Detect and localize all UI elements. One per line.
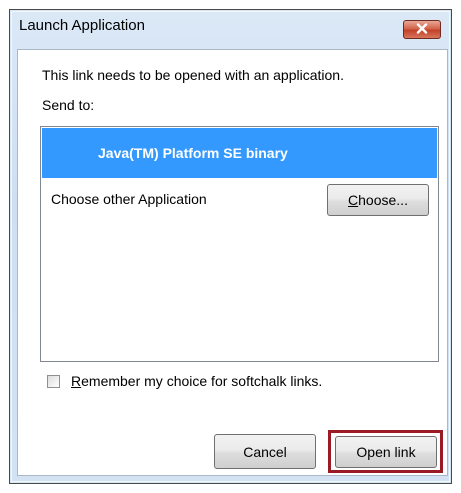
close-button[interactable] bbox=[403, 20, 441, 39]
list-item-choose-other[interactable]: Choose other Application Choose... bbox=[42, 179, 437, 219]
remember-choice-row[interactable]: Remember my choice for softchalk links. bbox=[47, 373, 322, 389]
cancel-button[interactable]: Cancel bbox=[214, 434, 316, 469]
open-link-button[interactable]: Open link bbox=[335, 436, 437, 468]
window-title: Launch Application bbox=[19, 17, 145, 34]
dialog-message: This link needs to be opened with an app… bbox=[42, 67, 344, 83]
choose-other-app-label: Choose other Application bbox=[51, 191, 207, 207]
choose-button[interactable]: Choose... bbox=[327, 184, 429, 216]
selected-app-label: Java(TM) Platform SE binary bbox=[98, 145, 288, 161]
list-item-selected-app[interactable]: Java(TM) Platform SE binary bbox=[42, 128, 437, 178]
close-icon bbox=[416, 21, 428, 39]
send-to-label: Send to: bbox=[42, 97, 95, 113]
remember-choice-label[interactable]: Remember my choice for softchalk links. bbox=[71, 373, 322, 389]
application-list[interactable]: Java(TM) Platform SE binary Choose other… bbox=[40, 126, 439, 362]
remember-choice-checkbox[interactable] bbox=[47, 374, 60, 388]
